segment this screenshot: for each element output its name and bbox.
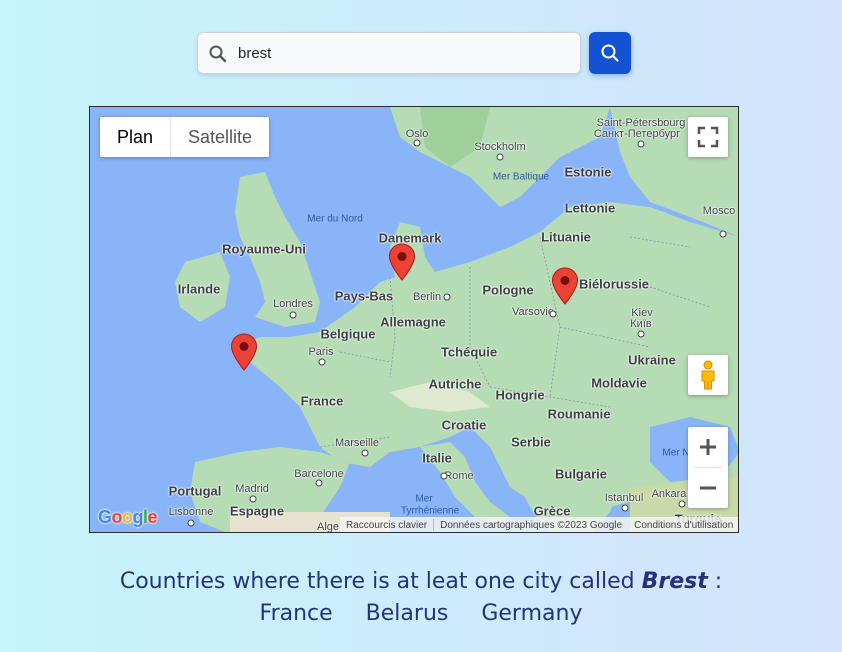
city-dot [361,449,369,457]
city-dot [637,330,645,338]
country-label: Autriche [428,376,482,392]
city-dot [678,500,686,508]
city-label: Madrid [235,483,269,495]
map-type-control: Plan Satellite [100,117,270,157]
city-dot [413,139,421,147]
city-label: Londres [273,298,313,310]
country-label: Irlande [177,281,221,297]
zoom-in-button[interactable] [688,427,728,467]
city-dot [549,310,557,318]
city-label: Київ [630,318,652,330]
city-dot [443,293,451,301]
city-label: Alge [316,521,340,533]
sea-label: Mer du Nord [307,213,363,225]
country-label: Bulgarie [554,466,608,482]
result-sentence: Countries where there is at leat one cit… [0,566,842,598]
city-label: Varsovie [512,306,554,318]
country-label: France [300,393,344,409]
city-dot [621,504,629,512]
country-list: France Belarus Germany [0,598,842,630]
country-label: Tchéquie [440,344,498,360]
country-label: Croatie [441,417,487,433]
country-item: Belarus [365,601,449,626]
city-label: Ankara [651,488,687,500]
city-dot [318,358,326,366]
city-label: Berlin [412,291,442,303]
city-label: Lisbonne [168,506,214,518]
map-marker-icon[interactable] [230,333,258,371]
search-icon [208,44,228,64]
country-label: Ukraine [628,352,676,368]
sea-label: Mer Baltique [492,171,550,183]
plus-icon [700,439,716,455]
country-label: Allemagne [380,314,446,330]
map-marker-icon[interactable] [388,243,416,281]
search-field[interactable] [197,32,581,74]
minus-icon [700,486,716,490]
city-dot [496,153,504,161]
city-dot [289,311,297,319]
city-dot [315,479,323,487]
city-label: Istanbul [604,492,644,504]
zoom-control [688,427,728,508]
country-label: Italie [422,450,452,466]
search-button[interactable] [589,32,631,74]
map-data-credit: Données cartographiques ©2023 Google [440,519,623,531]
street-view-button[interactable] [688,355,728,395]
city-dot [187,519,195,527]
caption-suffix: : [707,569,723,594]
fullscreen-button[interactable] [688,117,728,157]
map-type-satellite-button[interactable]: Satellite [171,117,269,157]
country-label: Hongrie [495,387,545,403]
map-marker-icon[interactable] [551,267,579,305]
sea-label: Tyrrhénienne [400,505,460,517]
city-dot [440,472,448,480]
caption-prefix: Countries where there is at leat one cit… [119,569,635,594]
country-label: Espagne [229,503,285,519]
country-label: Portugal [168,483,222,499]
pegman-icon [701,360,715,390]
city-dot [637,140,645,148]
search-input[interactable] [238,33,568,73]
country-label: Pologne [482,282,534,298]
city-label: Stockholm [474,141,526,153]
country-label: Estonie [564,164,612,180]
map[interactable]: Mer du Nord Mer Baltique Mer Tyrrhénienn… [89,106,739,533]
search-icon [601,44,619,62]
country-label: Royaume-Uni [222,241,306,257]
city-label: Rome [444,470,474,482]
city-label: Marseille [334,437,380,449]
country-label: Roumanie [547,406,611,422]
searched-city: Brest [641,569,708,594]
google-logo: Google [98,507,158,527]
city-label: Barcelone [294,468,344,480]
country-item: France [259,601,333,626]
fullscreen-icon [697,126,719,148]
country-label: Serbie [511,434,551,450]
city-label: Paris [308,346,334,358]
keyboard-shortcuts-link[interactable]: Raccourcis clavier [340,520,433,531]
terms-link[interactable]: Conditions d'utilisation [628,520,738,531]
sea-label: Mer N [662,447,690,459]
city-dot [719,230,727,238]
result-caption: Countries where there is at leat one cit… [0,566,842,630]
city-label: Oslo [405,128,429,140]
country-label: Lettonie [564,200,616,216]
city-dot [249,495,257,503]
country-label: Pays-Bas [334,288,394,304]
sea-label: Mer [415,493,433,505]
city-label: Санкт-Петербург [593,128,681,140]
zoom-out-button[interactable] [688,468,728,508]
map-attribution: Raccourcis clavier Données cartographiqu… [340,517,738,532]
country-label: Biélorussie [578,276,650,292]
country-label: Moldavie [591,375,647,391]
map-type-plan-button[interactable]: Plan [100,117,170,157]
country-label: Lituanie [541,229,591,245]
country-label: Belgique [320,326,376,342]
city-label: Mosco [702,205,736,217]
country-item: Germany [481,601,583,626]
